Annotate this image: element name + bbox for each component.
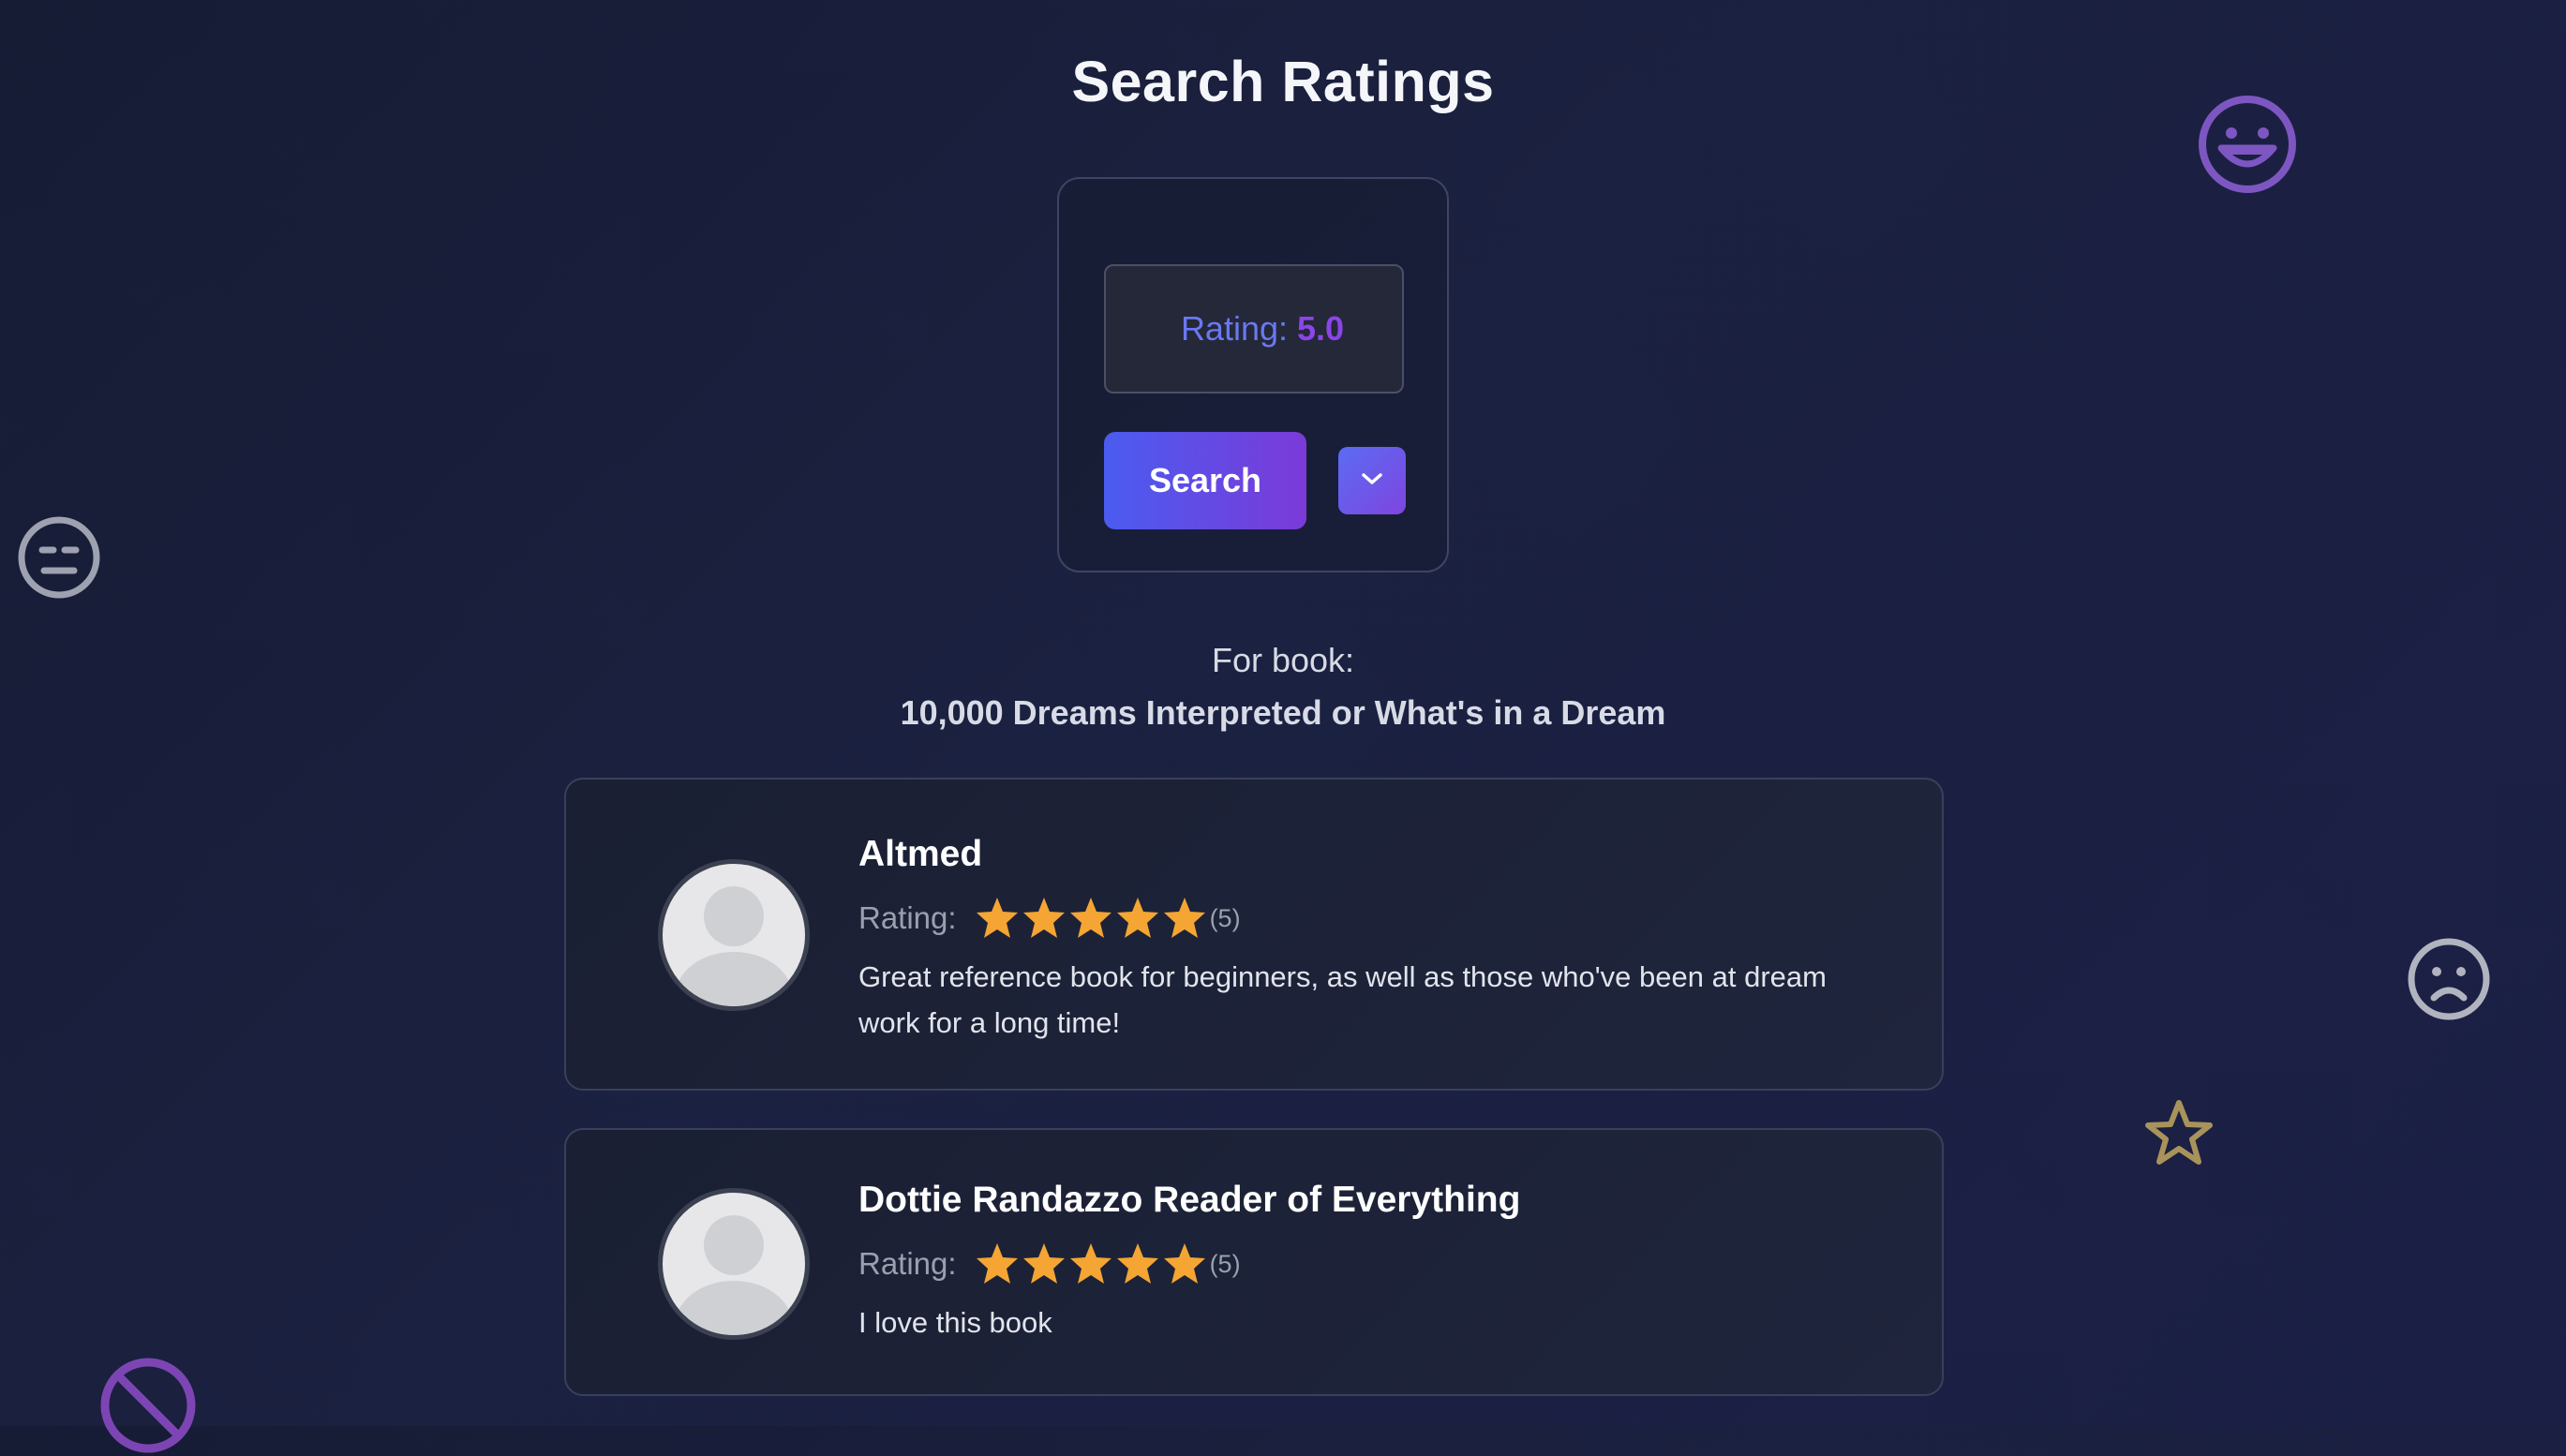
star-icon bbox=[1116, 1243, 1158, 1284]
book-title: 10,000 Dreams Interpreted or What's in a… bbox=[900, 693, 1666, 732]
avatar bbox=[658, 1188, 810, 1340]
rating-row: Rating: (5) bbox=[858, 1241, 1241, 1287]
neutral-face-icon bbox=[16, 514, 102, 601]
star-icon bbox=[1116, 898, 1158, 938]
reviewer-name: Dottie Randazzo Reader of Everything bbox=[858, 1180, 1521, 1220]
star-icon bbox=[1163, 898, 1205, 938]
review-card: Altmed Rating: (5) Great reference book … bbox=[564, 778, 1944, 1091]
for-book-label: For book: bbox=[1211, 641, 1355, 679]
search-button[interactable]: Search bbox=[1104, 432, 1306, 529]
rating-count: (5) bbox=[1209, 903, 1241, 932]
rating-row: Rating: (5) bbox=[858, 895, 1241, 942]
star-icon bbox=[1022, 1243, 1065, 1284]
star-icon bbox=[1163, 1243, 1205, 1284]
review-card: Dottie Randazzo Reader of Everything Rat… bbox=[564, 1128, 1944, 1396]
rating-selector-label: Rating: bbox=[1180, 309, 1289, 348]
reviewer-name: Altmed bbox=[858, 834, 983, 874]
star-outline-icon bbox=[2142, 1097, 2215, 1168]
rating-label: Rating: bbox=[858, 1246, 957, 1281]
review-text: I love this book bbox=[858, 1306, 1052, 1339]
review-text: Great reference book for beginners, as w… bbox=[858, 960, 1827, 1039]
rating-selector-value: 5.0 bbox=[1297, 309, 1345, 348]
sad-face-icon bbox=[2406, 936, 2492, 1022]
rating-count: (5) bbox=[1209, 1249, 1241, 1278]
rating-label: Rating: bbox=[858, 900, 957, 935]
star-icon bbox=[1069, 898, 1111, 938]
page-title: Search Ratings bbox=[1071, 50, 1495, 113]
star-icon bbox=[1069, 1243, 1111, 1284]
avatar bbox=[658, 859, 810, 1011]
rating-selector[interactable]: Rating: 5.0 bbox=[1104, 264, 1404, 394]
search-panel: Rating: 5.0 Search bbox=[1057, 177, 1449, 572]
dropdown-button[interactable] bbox=[1338, 447, 1406, 514]
star-icon bbox=[976, 1243, 1018, 1284]
star-icon bbox=[1022, 898, 1065, 938]
chevron-down-icon bbox=[1360, 471, 1384, 491]
ban-icon bbox=[97, 1355, 199, 1456]
star-icon bbox=[976, 898, 1018, 938]
